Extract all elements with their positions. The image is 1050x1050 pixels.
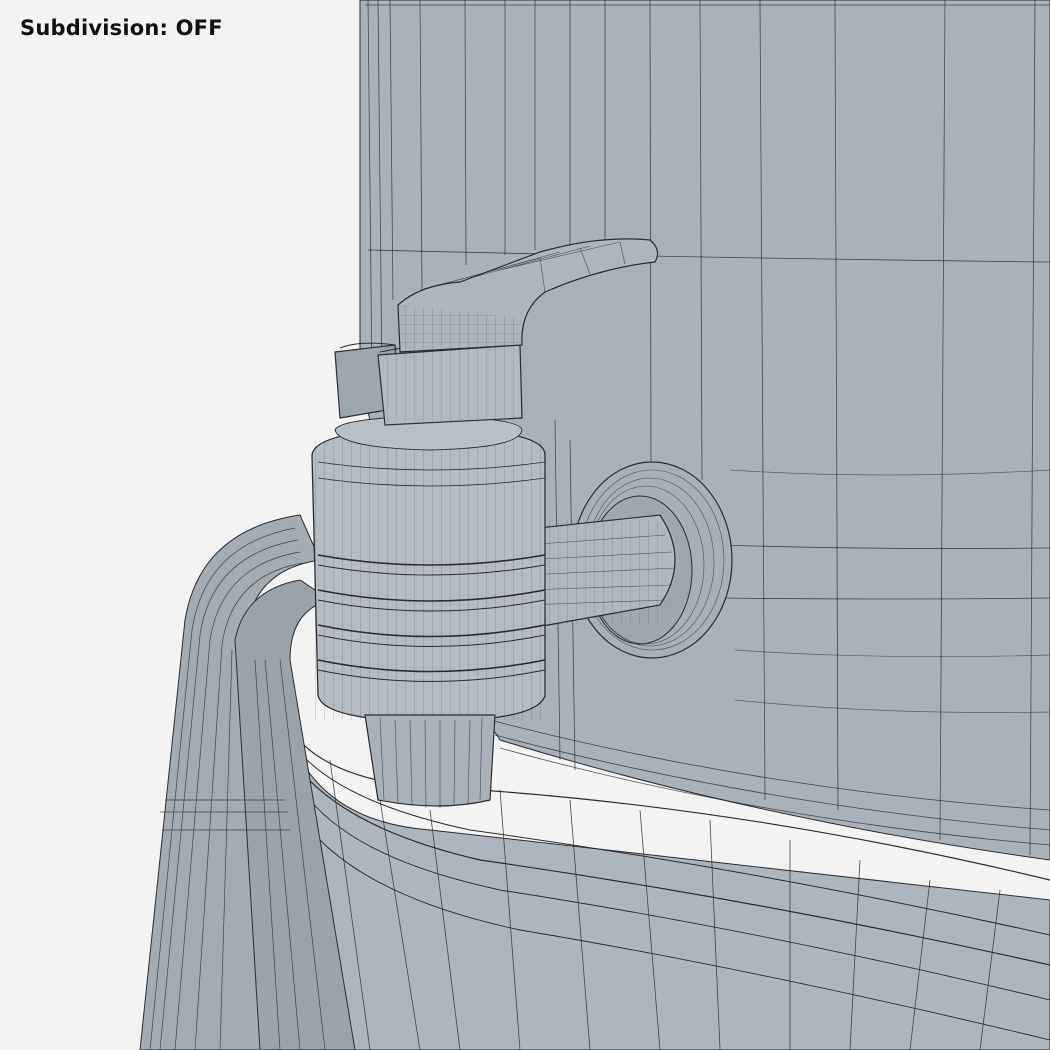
viewport: Subdivision: OFF — [0, 0, 1050, 1050]
tap-valve — [334, 342, 523, 426]
tap-body — [311, 415, 546, 723]
wireframe-render — [139, 0, 1050, 1050]
tap-nozzle — [364, 714, 496, 809]
